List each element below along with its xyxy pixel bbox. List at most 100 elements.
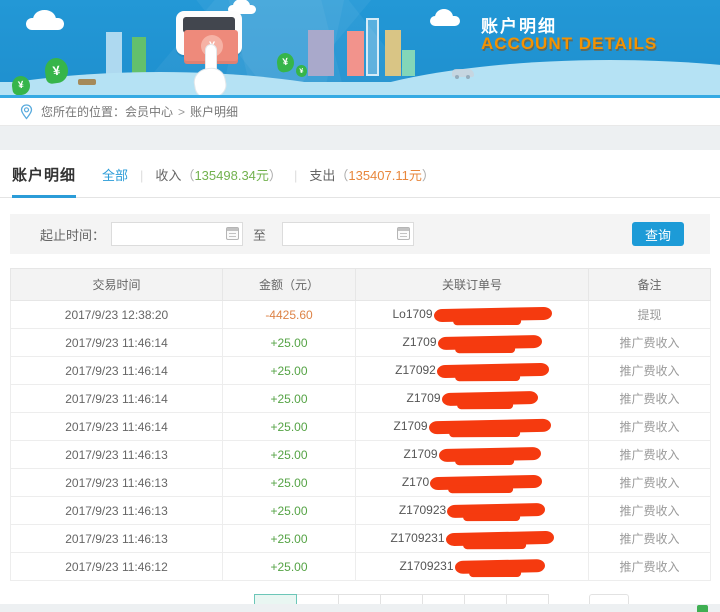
cell-order: Z170923 xyxy=(356,497,589,525)
cell-amount: -4425.60 xyxy=(223,301,356,329)
breadcrumb-link-member-center[interactable]: 会员中心 xyxy=(125,103,173,120)
cell-amount: +25.00 xyxy=(223,525,356,553)
table-row: 2017/9/23 11:46:13 +25.00 Z1709 推广费收入 xyxy=(11,441,711,469)
tab-all[interactable]: 全部 xyxy=(102,165,128,184)
cell-amount: +25.00 xyxy=(223,553,356,581)
table-row: 2017/9/23 11:46:14 +25.00 Z1709 推广费收入 xyxy=(11,385,711,413)
building-icon xyxy=(347,31,364,76)
cell-time: 2017/9/23 11:46:13 xyxy=(11,441,223,469)
table-row: 2017/9/23 11:46:12 +25.00 Z1709231 推广费收入 xyxy=(11,553,711,581)
page-subtitle: ACCOUNT DETAILS xyxy=(481,34,657,54)
cloud-icon xyxy=(430,16,460,26)
order-prefix: Z1709 xyxy=(403,447,437,461)
yuan-symbol: ¥ xyxy=(17,80,24,92)
transactions-table: 交易时间 金额（元） 关联订单号 备注 2017/9/23 12:38:20 -… xyxy=(10,268,711,581)
order-prefix: Z17092 xyxy=(395,363,436,377)
cell-remark: 推广费收入 xyxy=(589,469,711,497)
tab-divider: | xyxy=(140,168,143,183)
cell-time: 2017/9/23 11:46:12 xyxy=(11,553,223,581)
cell-remark: 推广费收入 xyxy=(589,385,711,413)
bottom-badge-icon xyxy=(697,605,708,612)
income-label: 收入 xyxy=(155,168,181,183)
redaction-scribble xyxy=(445,531,553,546)
cell-remark: 推广费收入 xyxy=(589,497,711,525)
cell-time: 2017/9/23 11:46:14 xyxy=(11,413,223,441)
table-header-row: 交易时间 金额（元） 关联订单号 备注 xyxy=(11,269,711,301)
income-unit: 元 xyxy=(256,168,269,183)
cell-order: Lo1709 xyxy=(356,301,589,329)
calendar-icon[interactable] xyxy=(397,227,410,240)
end-date-wrap xyxy=(282,222,414,246)
cell-remark: 推广费收入 xyxy=(589,441,711,469)
cell-remark: 推广费收入 xyxy=(589,357,711,385)
cell-amount: +25.00 xyxy=(223,413,356,441)
end-date-input[interactable] xyxy=(282,222,414,246)
redaction-scribble xyxy=(428,418,550,434)
banner-bottom-strip xyxy=(0,95,720,98)
table-row: 2017/9/23 11:46:13 +25.00 Z1709231 推广费收入 xyxy=(11,525,711,553)
section-heading: 账户明细 xyxy=(12,164,76,198)
redaction-scribble xyxy=(441,391,537,406)
breadcrumb-current: 账户明细 xyxy=(190,103,238,120)
paren: （ xyxy=(335,168,348,183)
car-icon xyxy=(452,69,474,77)
cell-order: Z17092 xyxy=(356,357,589,385)
order-prefix: Z1709 xyxy=(393,419,427,433)
start-date-input[interactable] xyxy=(111,222,243,246)
location-pin-icon xyxy=(20,104,33,120)
banner: ¥ ¥ ¥ ¥ ¥ 账户明细 ACCOUNT DETAILS xyxy=(0,0,720,98)
page-gap xyxy=(0,126,720,150)
building-icon xyxy=(308,30,334,76)
cell-remark: 推广费收入 xyxy=(589,413,711,441)
cell-time: 2017/9/23 11:46:14 xyxy=(11,357,223,385)
cell-time: 2017/9/23 11:46:14 xyxy=(11,329,223,357)
order-prefix: Z1709 xyxy=(406,391,440,405)
breadcrumb: 您所在的位置： 会员中心 > 账户明细 xyxy=(0,98,720,126)
cell-remark: 推广费收入 xyxy=(589,329,711,357)
yuan-symbol: ¥ xyxy=(52,63,61,79)
table-row: 2017/9/23 11:46:13 +25.00 Z170 推广费收入 xyxy=(11,469,711,497)
bottom-strip xyxy=(0,604,720,612)
cell-time: 2017/9/23 11:46:14 xyxy=(11,385,223,413)
redaction-scribble xyxy=(437,362,549,377)
paren: （ xyxy=(181,168,194,183)
cell-amount: +25.00 xyxy=(223,469,356,497)
order-prefix: Z1709231 xyxy=(399,559,453,573)
date-range-label: 起止时间： xyxy=(40,225,105,244)
cell-remark: 推广费收入 xyxy=(589,525,711,553)
cloud-icon xyxy=(26,18,64,30)
query-button[interactable]: 查询 xyxy=(632,222,684,246)
redaction-scribble xyxy=(433,306,551,321)
expense-amount: 135407.11 xyxy=(348,168,409,183)
order-prefix: Z1709 xyxy=(402,335,436,349)
table-row: 2017/9/23 11:46:14 +25.00 Z17092 推广费收入 xyxy=(11,357,711,385)
calendar-icon[interactable] xyxy=(226,227,239,240)
tab-expense[interactable]: 支出（135407.11元） xyxy=(309,165,435,184)
tab-income[interactable]: 收入（135498.34元） xyxy=(155,165,282,184)
redaction-scribble xyxy=(430,474,542,489)
cell-remark: 推广费收入 xyxy=(589,553,711,581)
table-row: 2017/9/23 11:46:13 +25.00 Z170923 推广费收入 xyxy=(11,497,711,525)
cell-order: Z1709231 xyxy=(356,553,589,581)
tab-divider: | xyxy=(294,168,297,183)
redaction-scribble xyxy=(447,503,545,518)
redaction-scribble xyxy=(438,447,540,462)
col-header-remark: 备注 xyxy=(589,269,711,301)
redaction-scribble xyxy=(437,335,541,350)
redaction-scribble xyxy=(454,559,544,574)
cell-amount: +25.00 xyxy=(223,497,356,525)
order-prefix: Z170 xyxy=(402,475,429,489)
cell-time: 2017/9/23 11:46:13 xyxy=(11,497,223,525)
building-icon xyxy=(366,18,379,76)
cell-amount: +25.00 xyxy=(223,329,356,357)
expense-label: 支出 xyxy=(309,168,335,183)
to-label: 至 xyxy=(253,225,266,244)
cell-amount: +25.00 xyxy=(223,385,356,413)
yuan-symbol: ¥ xyxy=(299,67,304,74)
paren: ） xyxy=(269,168,282,183)
paren: ） xyxy=(422,168,435,183)
order-prefix: Z170923 xyxy=(399,503,446,517)
cell-amount: +25.00 xyxy=(223,441,356,469)
yuan-symbol: ¥ xyxy=(282,57,289,69)
tab-bar: 账户明细 全部 | 收入（135498.34元） | 支出（135407.11元… xyxy=(0,150,720,198)
